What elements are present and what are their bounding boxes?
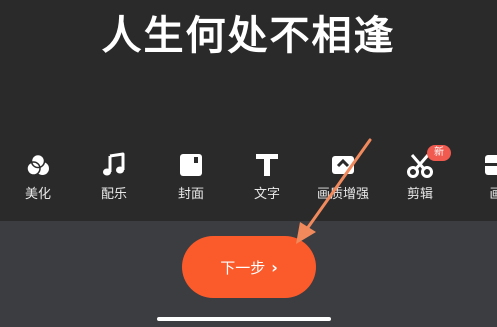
tool-music[interactable]: 配乐 — [76, 146, 152, 210]
tool-label: 封面 — [177, 187, 204, 202]
text-icon — [229, 152, 305, 180]
next-step-label: 下一步 — [220, 258, 266, 277]
next-step-button[interactable]: 下一步 › — [182, 236, 316, 298]
tool-label: 文字 — [253, 187, 280, 202]
tool-label: 美化 — [24, 187, 51, 202]
new-badge: 新 — [427, 145, 451, 161]
edit-toolbar: 美化 配乐 封面 文字 画质增强 剪辑 画 新 — [0, 145, 497, 216]
tool-label: 画质增强 — [316, 187, 369, 202]
tool-text[interactable]: 文字 — [229, 146, 305, 210]
tool-label: 剪辑 — [406, 187, 433, 202]
page-title: 人生何处不相逢 — [101, 13, 396, 59]
tool-label: 配乐 — [100, 187, 127, 202]
cover-icon — [153, 152, 229, 180]
tool-canvas[interactable]: 画 — [458, 146, 497, 210]
chevron-right-icon: › — [271, 257, 278, 277]
tool-cover[interactable]: 封面 — [153, 146, 229, 210]
quality-enhance-icon — [305, 152, 381, 180]
tool-quality-enhance[interactable]: 画质增强 — [305, 146, 381, 210]
beautify-icon — [0, 152, 76, 180]
tool-beautify[interactable]: 美化 — [0, 146, 76, 210]
tool-label: 画 — [489, 187, 497, 202]
music-note-icon — [76, 152, 152, 180]
home-indicator[interactable] — [157, 317, 331, 321]
canvas-icon — [458, 152, 497, 180]
